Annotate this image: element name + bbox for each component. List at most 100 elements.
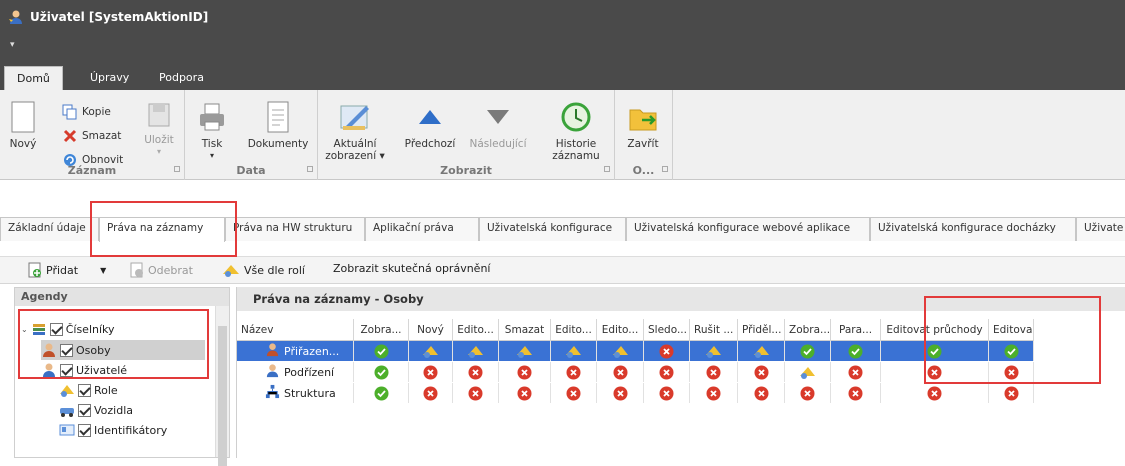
tree-item-vehicles[interactable]: Vozidla [59,400,133,420]
delete-button[interactable]: Smazat [62,126,121,146]
by-role-icon[interactable] [597,341,644,361]
denied-x-icon[interactable] [409,383,453,403]
allowed-check-icon[interactable] [354,362,409,382]
group-data: Tisk ▾ Dokumenty Data [185,90,318,180]
denied-x-icon[interactable] [785,383,831,403]
denied-x-icon[interactable] [453,362,499,382]
denied-x-icon[interactable] [989,383,1034,403]
close-button[interactable]: Zavřít [623,100,663,150]
denied-x-icon[interactable] [453,383,499,403]
tab-web-app-config[interactable]: Uživatelská konfigurace webové aplikace [626,217,870,241]
denied-x-icon[interactable] [831,362,881,382]
title-bar: Uživatel [SystemAktionID] ▾ [0,0,1125,60]
tab-hw-structure-rights[interactable]: Práva na HW strukturu [225,217,365,241]
row-name-cell[interactable]: Přiřazen... [237,341,354,361]
row-name-label: Podřízení [284,365,335,379]
denied-x-icon[interactable] [597,383,644,403]
denied-x-icon[interactable] [644,383,690,403]
denied-x-icon[interactable] [738,383,785,403]
add-dropdown-icon[interactable]: ▼ [100,266,106,275]
add-button[interactable]: Přidat ▼ [28,262,106,278]
by-role-icon[interactable] [453,341,499,361]
denied-x-icon[interactable] [644,341,690,361]
tree-item-roles[interactable]: Role [59,380,118,400]
row-name-cell[interactable]: Struktura [237,383,354,403]
remove-button[interactable]: Odebrat [130,262,193,278]
tab-more[interactable]: Uživate [1076,217,1125,241]
show-actual-rights-button[interactable]: Zobrazit skutečná oprávnění [333,262,490,275]
record-history-button[interactable]: Historie záznamu [546,100,606,162]
allowed-check-icon[interactable] [831,341,881,361]
denied-x-icon[interactable] [881,383,989,403]
tab-basic-info[interactable]: Základní údaje [0,217,99,241]
rights-toolbar: Přidat ▼ Odebrat Vše dle rolí Zobrazit s… [0,256,1125,284]
column-header[interactable]: Smazat [499,319,551,341]
tab-support[interactable]: Podpora [147,66,216,90]
column-header[interactable]: Para... [831,319,881,341]
by-role-icon[interactable] [690,341,738,361]
column-header[interactable]: Zobra... [354,319,409,341]
tab-edit[interactable]: Úpravy [78,66,141,90]
allowed-check-icon[interactable] [354,383,409,403]
column-header[interactable]: Rušit ... [690,319,738,341]
row-name-cell[interactable]: Podřízení [237,362,354,382]
checkbox[interactable] [78,423,91,437]
tab-user-config[interactable]: Uživatelská konfigurace [479,217,626,241]
denied-x-icon[interactable] [738,362,785,382]
tab-application-rights[interactable]: Aplikační práva [365,217,479,241]
documents-button[interactable]: Dokumenty [245,100,311,150]
copy-icon [62,104,77,120]
denied-x-icon[interactable] [499,362,551,382]
checkbox[interactable] [78,403,91,417]
column-header[interactable]: Nový [409,319,453,341]
allowed-check-icon[interactable] [785,341,831,361]
column-header[interactable]: Přiděl... [738,319,785,341]
denied-x-icon[interactable] [499,383,551,403]
next-button[interactable]: Následující [464,100,532,150]
all-by-roles-button[interactable]: Vše dle rolí [222,262,305,278]
quick-access-dropdown[interactable]: ▾ [10,40,15,50]
scrollbar-thumb[interactable] [218,326,227,466]
previous-button[interactable]: Předchozí [404,100,456,150]
print-button[interactable]: Tisk ▾ [195,100,229,162]
denied-x-icon[interactable] [644,362,690,382]
denied-x-icon[interactable] [831,383,881,403]
denied-x-icon[interactable] [551,362,597,382]
tab-home[interactable]: Domů [4,66,63,90]
column-header[interactable]: Zobra... [785,319,831,341]
remove-label: Odebrat [148,263,193,277]
copy-button[interactable]: Kopie [62,102,111,122]
record-history-label: Historie záznamu [552,138,600,162]
column-header[interactable]: Název [237,319,354,341]
by-role-icon[interactable] [499,341,551,361]
column-header[interactable]: Edito... [597,319,644,341]
group-view-label: Zobrazit [318,164,614,177]
by-role-icon[interactable] [738,341,785,361]
add-document-icon [28,262,41,278]
tree-item-identifiers[interactable]: Identifikátory [59,420,167,440]
checkbox[interactable] [78,383,91,397]
denied-x-icon[interactable] [409,362,453,382]
save-button[interactable]: Uložit ▾ [140,100,178,158]
current-view-button[interactable]: Aktuální zobrazení ▾ [324,100,386,162]
column-header[interactable]: Edito... [453,319,499,341]
by-role-icon[interactable] [785,362,831,382]
group-launcher-icon[interactable] [604,166,610,172]
denied-x-icon[interactable] [690,383,738,403]
denied-x-icon[interactable] [551,383,597,403]
column-header[interactable]: Sledo... [644,319,690,341]
new-button[interactable]: Nový [6,100,40,150]
group-launcher-icon[interactable] [307,166,313,172]
all-by-roles-label: Vše dle rolí [244,263,305,277]
by-role-icon[interactable] [551,341,597,361]
allowed-check-icon[interactable] [354,341,409,361]
group-launcher-icon[interactable] [174,166,180,172]
denied-x-icon[interactable] [690,362,738,382]
agendas-scrollbar[interactable] [215,306,229,466]
agendas-header: Agendy [15,288,229,306]
column-header[interactable]: Edito... [551,319,597,341]
group-launcher-icon[interactable] [662,166,668,172]
denied-x-icon[interactable] [597,362,644,382]
tab-attendance-config[interactable]: Uživatelská konfigurace docházky [870,217,1076,241]
by-role-icon[interactable] [409,341,453,361]
